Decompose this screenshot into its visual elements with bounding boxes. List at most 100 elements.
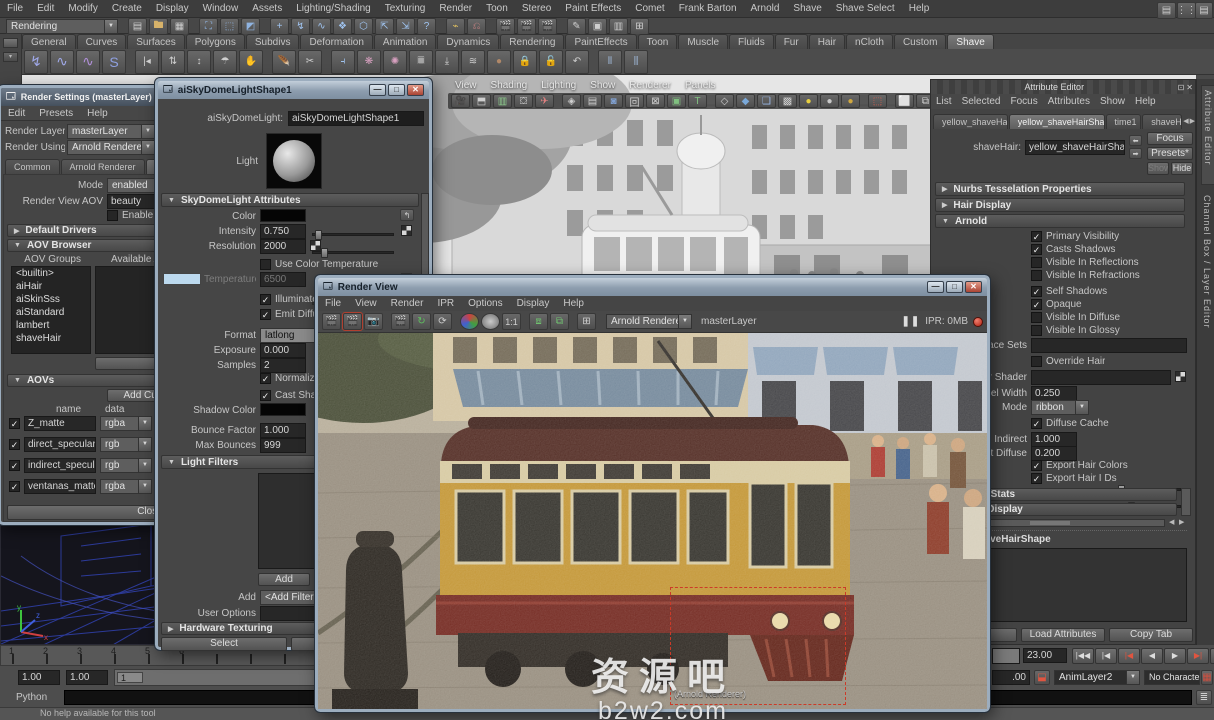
shelf-tab-muscle[interactable]: Muscle <box>678 34 728 50</box>
export-hair-ids-checkbox[interactable] <box>1031 473 1042 484</box>
shelf-tab-hair[interactable]: Hair <box>809 34 845 50</box>
refresh-ipr-icon[interactable]: ↻ <box>412 313 431 330</box>
ae-menu-show[interactable]: Show <box>1095 95 1130 108</box>
range-slider-handle[interactable]: 1 <box>117 672 143 683</box>
hair-strands2-icon[interactable]: ⫼ <box>624 50 648 74</box>
swap-input-icon[interactable]: ⬅ <box>1129 135 1142 146</box>
map-button-icon[interactable] <box>1175 371 1186 382</box>
list-item[interactable]: <builtin> <box>12 267 90 280</box>
open-scene-icon[interactable]: 🖿 <box>149 18 168 35</box>
comb-tool-icon[interactable]: 🪶 <box>272 50 296 74</box>
gate-mask-icon[interactable]: ▤ <box>583 94 602 108</box>
film-gate-icon[interactable]: ✈ <box>535 94 554 108</box>
viewport-menu-renderer[interactable]: Renderer <box>622 78 678 93</box>
snap-curve-icon[interactable]: ↯ <box>291 18 310 35</box>
temperature-field[interactable]: 6500 <box>260 272 306 287</box>
ae-tab-time1[interactable]: time1 <box>1106 114 1142 129</box>
grid-icon[interactable]: ⛋ <box>514 94 533 108</box>
character-set-selector[interactable]: No Character Set <box>1144 670 1200 685</box>
snap-grid-icon[interactable]: + <box>270 18 289 35</box>
input-connections-icon[interactable]: ⇱ <box>375 18 394 35</box>
color-swatch[interactable] <box>260 209 306 222</box>
auto-keyframe-icon[interactable]: ⬓ <box>1034 670 1050 685</box>
indirect-field[interactable]: 1.000 <box>1031 432 1077 447</box>
shave-hand-icon[interactable]: ✋ <box>239 50 263 74</box>
close-panel-icon[interactable]: ✕ <box>1186 83 1193 92</box>
casts-shadows-checkbox[interactable] <box>1031 244 1042 255</box>
safe-action-icon[interactable]: 回 <box>625 94 644 108</box>
keep-image-icon[interactable]: ⧈ <box>529 313 548 330</box>
light-swatch-preview[interactable] <box>266 133 322 189</box>
menu-lighting-shading[interactable]: Lighting/Shading <box>289 1 378 16</box>
ae-menu-focus[interactable]: Focus <box>1005 95 1042 108</box>
attribute-filter-icon[interactable]: ⋮⋮ <box>1177 2 1196 19</box>
play-backwards-button[interactable]: ◀ <box>1141 648 1163 664</box>
hypershade-icon[interactable]: ▣ <box>588 18 607 35</box>
select-hierarchy-icon[interactable]: ⛶ <box>199 18 218 35</box>
render-layer-dropdown[interactable]: masterLayer <box>67 124 155 139</box>
ae-tab-yellow-shavehairshape[interactable]: yellow_shaveHairShape <box>1009 114 1105 129</box>
emit-diffuse-checkbox[interactable] <box>260 309 271 320</box>
shelf-tab-painteffects[interactable]: PaintEffects <box>565 34 636 50</box>
field-chart-icon[interactable]: ◙ <box>604 94 623 108</box>
close-button[interactable]: ✕ <box>965 281 982 293</box>
trim-tool-icon[interactable]: ✂ <box>298 50 322 74</box>
copy-tab-button[interactable]: Copy Tab <box>1109 628 1193 642</box>
list-item[interactable]: shaveHair <box>12 332 90 345</box>
aov-name-field[interactable]: ventanas_matte <box>24 479 96 494</box>
aov-data-dropdown[interactable]: rgb <box>100 458 152 473</box>
hair-ball2-icon[interactable]: ✺ <box>383 50 407 74</box>
color-slider[interactable] <box>312 233 394 236</box>
scroll-left-icon[interactable]: ◀ <box>1169 518 1174 526</box>
dock-tab-attribute-editor[interactable]: Attribute Editor <box>1201 85 1214 185</box>
add-filter-button[interactable]: Add <box>258 573 310 586</box>
animation-start-field[interactable]: 1.00 <box>66 670 108 685</box>
use-color-temperature-checkbox[interactable] <box>260 259 271 270</box>
menu-assets[interactable]: Assets <box>245 1 289 16</box>
menu-create[interactable]: Create <box>105 1 149 16</box>
tab-scroll-right-icon[interactable]: ▶ <box>1190 117 1195 125</box>
aov-data-dropdown[interactable]: rgba <box>100 479 152 494</box>
render-current-frame-icon[interactable]: 🎬 <box>496 18 515 35</box>
enable-aov-checkbox[interactable] <box>107 210 118 221</box>
alpha-channel-icon[interactable] <box>481 313 500 330</box>
menu-shave[interactable]: Shave <box>786 1 828 16</box>
minimize-button[interactable]: — <box>369 84 386 96</box>
skydome-name-field[interactable]: aiSkyDomeLightShape1 <box>288 111 424 126</box>
shave-curve-icon[interactable]: S <box>102 50 126 74</box>
menu-window[interactable]: Window <box>196 1 246 16</box>
focus-button[interactable]: Focus <box>1147 132 1193 145</box>
skydome-titlebar[interactable]: 🗔 aiSkyDomeLightShape1 —□✕ <box>158 81 429 99</box>
gravity-icon[interactable]: ⤓ <box>435 50 459 74</box>
render-view-titlebar[interactable]: 🗔 Render View —□✕ <box>318 278 987 296</box>
shelf-tab-shave[interactable]: Shave <box>947 34 993 50</box>
cast-shadows-checkbox[interactable] <box>260 390 271 401</box>
shave-curve-icon[interactable]: ↯ <box>24 50 48 74</box>
visible-in-glossy-checkbox[interactable] <box>1031 325 1042 336</box>
aov-name-field[interactable]: direct_specular <box>24 437 96 452</box>
diffuse-cache-checkbox[interactable] <box>1031 418 1042 429</box>
isolate-select-icon[interactable]: ⬚ <box>868 94 887 108</box>
shelf-tab-subdivs[interactable]: Subdivs <box>246 34 300 50</box>
tab-scroll-left-icon[interactable]: ◀ <box>1183 117 1188 125</box>
trace-sets-field[interactable] <box>1031 338 1187 353</box>
select-component-icon[interactable]: ◩ <box>241 18 260 35</box>
map-button-icon[interactable] <box>310 240 321 251</box>
anim-prefs-icon[interactable]: ▦ <box>1201 670 1213 685</box>
snapshot-icon[interactable]: 📷 <box>364 313 383 330</box>
xray-icon[interactable]: ⬜ <box>895 94 914 108</box>
aov-name-field[interactable]: indirect_specular <box>24 458 96 473</box>
shave-curve-icon[interactable]: ∿ <box>50 50 74 74</box>
shelf-tab-curves[interactable]: Curves <box>77 34 127 50</box>
undo-arc-icon[interactable]: ↶ <box>565 50 589 74</box>
aov-data-dropdown[interactable]: rgba <box>100 416 152 431</box>
all-lights-icon[interactable]: ● <box>820 94 839 108</box>
visible-in-reflections-checkbox[interactable] <box>1031 257 1042 268</box>
menu-frank-barton[interactable]: Frank Barton <box>672 1 744 16</box>
step-back-frame-button[interactable]: |◀ <box>1095 648 1117 664</box>
aov-name-field[interactable]: Z_matte <box>24 416 96 431</box>
update-region-icon[interactable]: ⟳ <box>433 313 452 330</box>
make-live-icon[interactable]: ⬡ <box>354 18 373 35</box>
render-image[interactable]: (Arnold Renderer) <box>318 333 987 709</box>
shelf-tab-ncloth[interactable]: nCloth <box>846 34 893 50</box>
